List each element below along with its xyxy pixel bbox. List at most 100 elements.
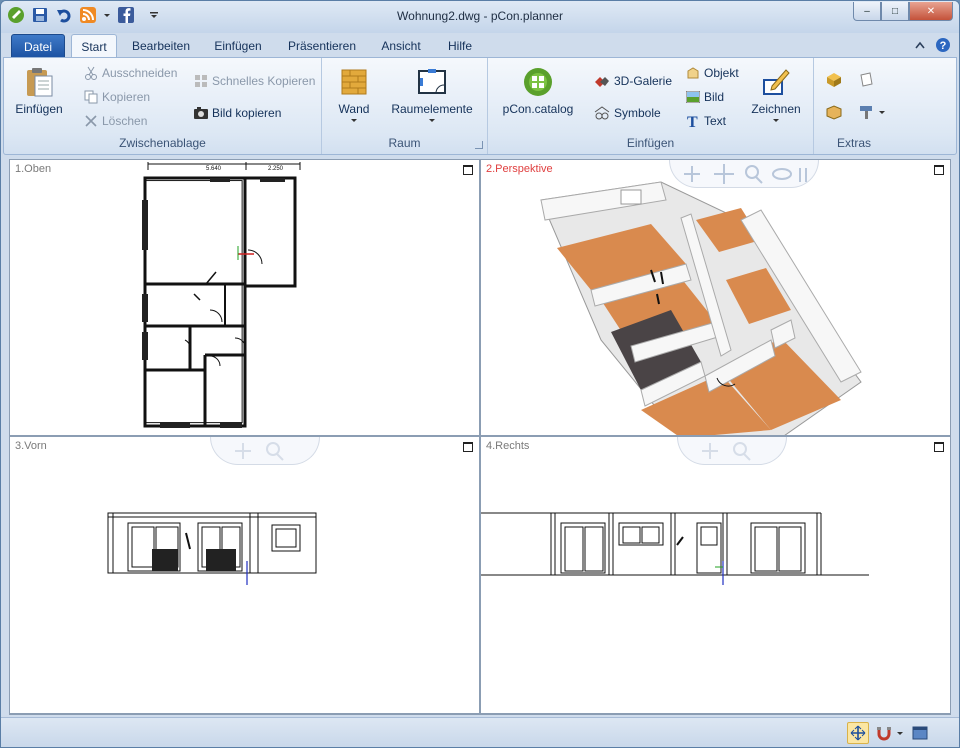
object-icon (686, 66, 700, 80)
copy-label: Kopieren (102, 90, 151, 104)
cut-button[interactable]: Ausschneiden (84, 66, 177, 80)
dimension-label-2: 2.250 (268, 166, 284, 172)
image-icon (686, 91, 700, 103)
delete-button[interactable]: Löschen (84, 114, 147, 128)
image-button[interactable]: Bild (686, 90, 724, 104)
copy-image-label: Bild kopieren (212, 106, 282, 120)
status-bar (1, 717, 959, 747)
ribbon-tabs: Datei Start Bearbeiten Einfügen Präsenti… (1, 34, 959, 58)
quick-copy-button[interactable]: Schnelles Kopieren (194, 74, 315, 88)
extras-brush-button[interactable] (858, 104, 886, 120)
tab-present[interactable]: Präsentieren (281, 34, 363, 58)
window-layout-icon (912, 726, 928, 740)
delete-label: Löschen (102, 114, 148, 128)
quick-copy-label: Schnelles Kopieren (212, 74, 316, 88)
text-t-icon: T (686, 114, 700, 128)
svg-text:?: ? (940, 40, 947, 52)
snap-magnet-button[interactable] (873, 722, 895, 744)
move-tool-button[interactable] (847, 722, 869, 744)
quick-copy-icon (194, 74, 208, 88)
collapse-ribbon-icon[interactable] (915, 41, 925, 49)
cut-label: Ausschneiden (102, 66, 178, 80)
room-group-label: Raum (388, 136, 421, 150)
paste-label: Einfügen (15, 102, 63, 116)
extras-box-button[interactable] (826, 104, 842, 120)
draw-label: Zeichnen (751, 102, 801, 116)
tab-edit[interactable]: Bearbeiten (125, 34, 197, 58)
text-label: Text (704, 114, 727, 128)
viewport-perspective[interactable]: 2.Perspektive (481, 160, 950, 435)
paste-button[interactable]: Einfügen (12, 66, 66, 116)
paste-icon (23, 66, 55, 98)
viewport-front[interactable]: 3.Vorn (10, 437, 479, 713)
group-insert: pCon.catalog 3D-Galerie Symbole Objekt B… (488, 58, 814, 154)
app-window: Wohnung2.dwg - pCon.planner – □ ✕ Datei … (0, 0, 960, 748)
camera-icon (194, 107, 208, 119)
draw-pencil-icon (760, 66, 792, 98)
symbols-button[interactable]: Symbole (594, 106, 661, 120)
3d-gallery-button[interactable]: 3D-Galerie (594, 74, 672, 88)
object-label: Objekt (704, 66, 739, 80)
help-icon[interactable]: ? (935, 37, 951, 53)
extras-paper-button[interactable] (858, 72, 874, 88)
brush-icon (858, 104, 874, 120)
minimize-button[interactable]: – (853, 2, 881, 21)
pcon-catalog-button[interactable]: pCon.catalog (496, 66, 580, 116)
copy-image-button[interactable]: Bild kopieren (194, 106, 281, 120)
wall-label: Wand (338, 102, 370, 116)
draw-button[interactable]: Zeichnen (744, 66, 808, 123)
group-extras: Extras (814, 58, 894, 154)
tab-view[interactable]: Ansicht (371, 34, 431, 58)
room-elements-icon (416, 66, 448, 98)
snap-dropdown-button[interactable] (895, 722, 905, 744)
front-elevation (107, 512, 317, 585)
tab-icons: ? (915, 37, 951, 53)
dimension-label-1: 5.640 (206, 166, 222, 172)
window-title: Wohnung2.dwg - pCon.planner (397, 9, 563, 23)
room-elements-label: Raumelemente (391, 102, 473, 116)
title-bar: Wohnung2.dwg - pCon.planner – □ ✕ (1, 1, 959, 33)
svg-text:T: T (687, 114, 698, 128)
layout-button[interactable] (909, 722, 931, 744)
text-button[interactable]: T Text (686, 114, 726, 128)
viewport-right[interactable]: 4.Rechts (481, 437, 950, 713)
clipboard-group-label: Zwischenablage (119, 136, 206, 150)
tab-start[interactable]: Start (71, 34, 117, 58)
scissors-icon (84, 66, 98, 80)
gallery-icon (594, 74, 610, 88)
viewport-top[interactable]: 1.Oben 5.640 2.250 (10, 160, 479, 435)
delete-x-icon (84, 114, 98, 128)
ribbon: Einfügen Ausschneiden Kopieren Löschen S… (3, 57, 957, 155)
wall-button[interactable]: Wand (332, 66, 376, 123)
insert-group-label: Einfügen (626, 136, 675, 150)
close-button[interactable]: ✕ (909, 2, 953, 21)
room-elements-button[interactable]: Raumelemente (388, 66, 476, 123)
group-room: Wand Raumelemente Raum (322, 58, 488, 154)
magnet-icon (876, 725, 892, 741)
box-icon (826, 104, 842, 120)
copy-icon (84, 90, 98, 104)
right-elevation (481, 512, 869, 585)
maximize-button[interactable]: □ (881, 2, 909, 21)
viewport-area: 1.Oben 5.640 2.250 2.Perspektive 3.Vorn … (9, 159, 951, 715)
paper-icon (858, 72, 874, 88)
tab-file[interactable]: Datei (11, 34, 65, 58)
catalog-icon (522, 66, 554, 98)
floor-plan: 5.640 2.250 (142, 162, 301, 428)
symbols-icon (594, 106, 610, 120)
group-clipboard: Einfügen Ausschneiden Kopieren Löschen S… (4, 58, 322, 154)
tab-insert[interactable]: Einfügen (205, 34, 271, 58)
cube-icon (826, 72, 842, 88)
object-button[interactable]: Objekt (686, 66, 739, 80)
extras-cube-button[interactable] (826, 72, 842, 88)
move-arrows-icon (850, 725, 866, 741)
perspective-3d-view (540, 181, 862, 435)
extras-group-label: Extras (836, 136, 871, 150)
tab-help[interactable]: Hilfe (439, 34, 481, 58)
image-label: Bild (704, 90, 725, 104)
symbols-label: Symbole (614, 106, 661, 120)
brick-wall-icon (338, 66, 370, 98)
copy-button[interactable]: Kopieren (84, 90, 150, 104)
gallery-label: 3D-Galerie (614, 74, 673, 88)
catalog-label: pCon.catalog (502, 102, 574, 116)
